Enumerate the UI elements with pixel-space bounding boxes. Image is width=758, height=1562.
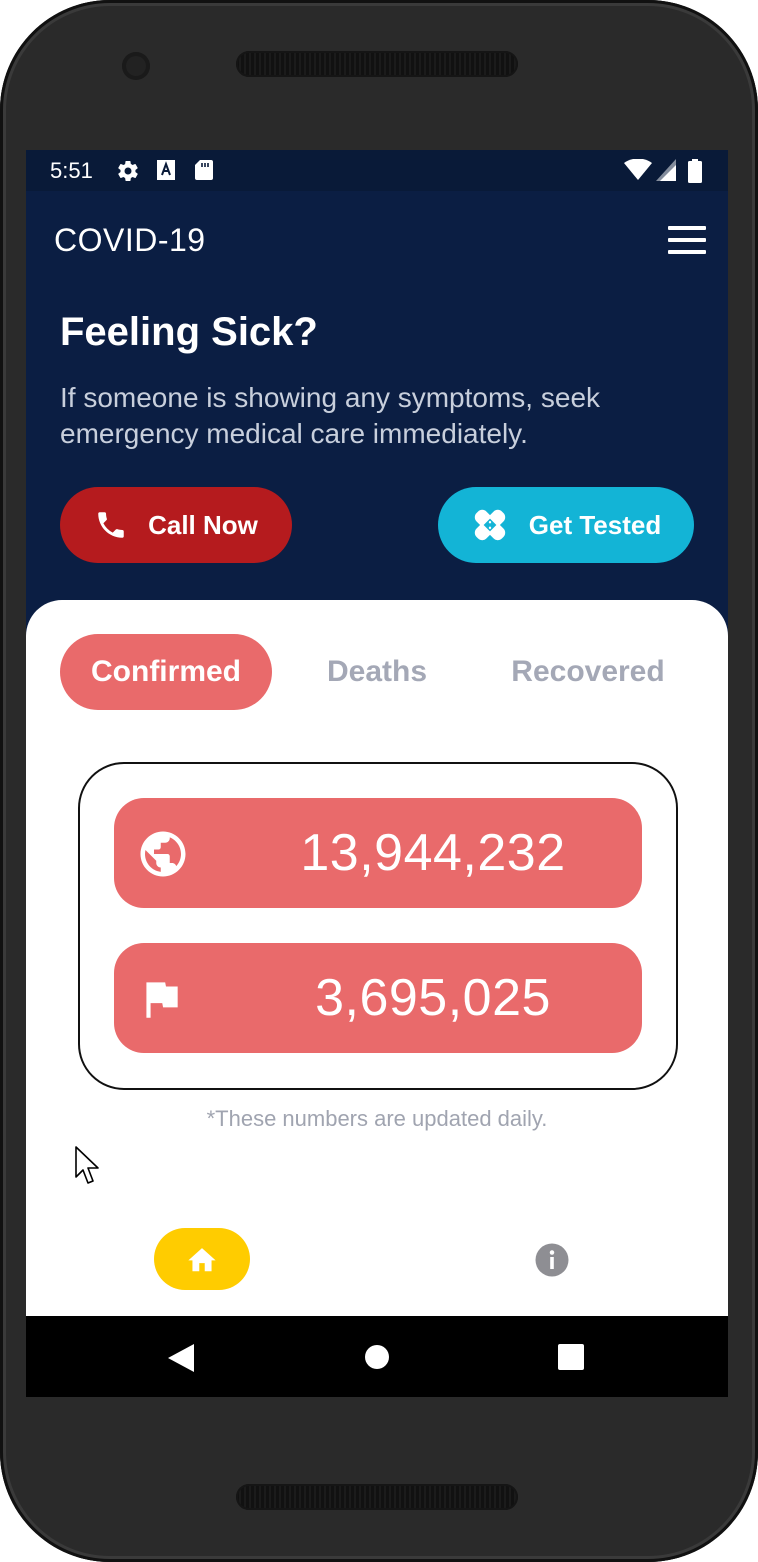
- hero-description: If someone is showing any symptoms, seek…: [60, 382, 601, 449]
- battery-icon: [688, 159, 702, 183]
- bandage-icon: [471, 506, 509, 544]
- mouse-cursor-icon: [75, 1146, 99, 1184]
- signal-icon: [656, 159, 676, 181]
- menu-icon[interactable]: [668, 226, 706, 254]
- app-title: COVID-19: [54, 222, 206, 258]
- flag-icon: [146, 982, 178, 1018]
- gear-icon: [118, 161, 138, 182]
- hero-title: Feeling Sick?: [60, 310, 318, 354]
- globe-icon: [140, 831, 186, 877]
- app-screen: 5:51 COVID-19 Feeling Sick? If someone i…: [26, 150, 728, 1397]
- get-tested-label: Get Tested: [528, 509, 662, 540]
- status-bar: 5:51: [26, 150, 728, 191]
- text-a-icon: [157, 160, 175, 180]
- top-speaker: [236, 51, 518, 77]
- global-stat: 13,944,232: [114, 798, 642, 908]
- tab-confirmed[interactable]: Confirmed: [60, 634, 272, 710]
- recents-icon[interactable]: [558, 1344, 584, 1370]
- back-icon[interactable]: [168, 1344, 194, 1372]
- call-now-label: Call Now: [148, 509, 258, 540]
- country-stat-value: 3,695,025: [315, 969, 551, 1027]
- get-tested-button[interactable]: Get Tested: [438, 487, 694, 563]
- tab-recovered[interactable]: Recovered: [492, 634, 684, 710]
- status-time: 5:51: [50, 158, 93, 183]
- bottom-speaker: [236, 1484, 518, 1510]
- system-navigation-bar: [26, 1316, 728, 1397]
- sd-card-icon: [195, 160, 213, 180]
- phone-icon: [94, 508, 128, 542]
- call-now-button[interactable]: Call Now: [60, 487, 292, 563]
- front-camera: [122, 52, 150, 80]
- country-stat: 3,695,025: [114, 943, 642, 1053]
- update-note: *These numbers are updated daily.: [206, 1106, 548, 1131]
- home-icon: [188, 1248, 216, 1272]
- home-circle-icon[interactable]: [364, 1344, 390, 1370]
- bottom-navigation: [26, 1210, 728, 1320]
- nav-home-button[interactable]: [154, 1228, 250, 1290]
- tab-deaths[interactable]: Deaths: [296, 634, 458, 710]
- wifi-icon: [624, 159, 652, 180]
- global-stat-value: 13,944,232: [300, 824, 566, 882]
- info-icon[interactable]: [534, 1242, 570, 1278]
- stats-box: 13,944,232 3,695,025: [78, 762, 678, 1090]
- phone-frame: 5:51 COVID-19 Feeling Sick? If someone i…: [0, 0, 758, 1562]
